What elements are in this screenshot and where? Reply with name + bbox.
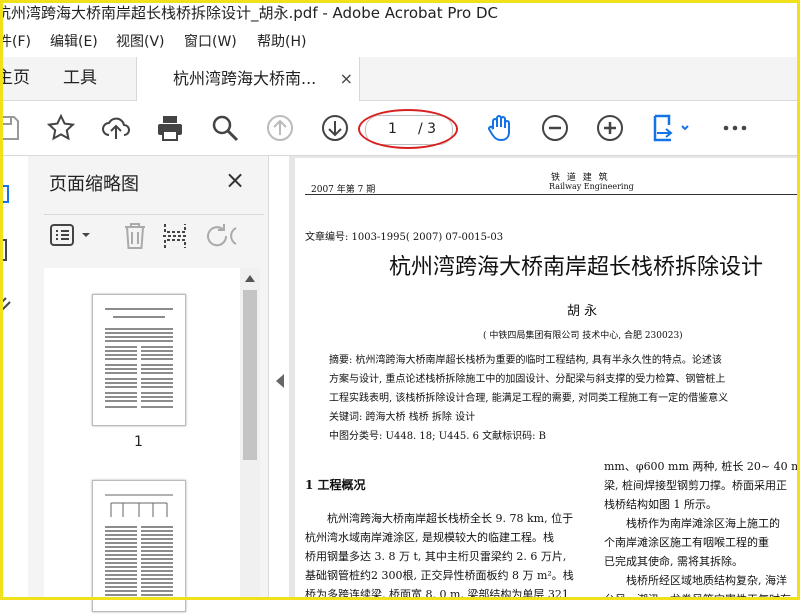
page-thumbnail-2[interactable] (92, 480, 186, 612)
page-thumbnail-1[interactable] (92, 294, 186, 426)
zoom-out-icon[interactable] (538, 111, 572, 145)
upload-icon[interactable] (99, 111, 133, 145)
article-number: 文章编号: 1003-1995( 2007) 07-0015-03 (305, 232, 504, 243)
star-icon[interactable] (44, 111, 78, 145)
abstract-line-3: 工程实践表明, 该栈桥拆除设计合理, 能满足工程的需要, 对同类工程施工有一定的… (329, 393, 729, 404)
article-title: 杭州湾跨海大桥南岸超长栈桥拆除设计 (389, 255, 764, 280)
classification: 中图分类号: U448. 18; U445. 6 文献标识码: B (329, 431, 547, 442)
title-bar: 杭州湾跨海大桥南岸超长栈桥拆除设计_胡永.pdf - Adobe Acrobat… (0, 0, 800, 27)
menu-edit[interactable]: 编辑(E) (50, 27, 98, 57)
page-1-preview (105, 308, 173, 408)
hand-icon[interactable] (483, 111, 517, 145)
window-title: 杭州湾跨海大桥南岸超长栈桥拆除设计_胡永.pdf - Adobe Acrobat… (0, 4, 498, 22)
page-up-icon[interactable] (263, 111, 297, 145)
menu-help[interactable]: 帮助(H) (257, 27, 306, 57)
collapse-panel-icon[interactable] (275, 374, 285, 388)
affiliation: ( 中铁四局集团有限公司 技术中心, 合肥 230023) (483, 331, 683, 341)
panel-toolbar (44, 214, 264, 255)
annotation-oval (358, 109, 458, 149)
attachment-icon[interactable] (0, 292, 14, 316)
page-thumbnails-icon[interactable] (0, 182, 14, 206)
more-icon[interactable] (718, 111, 752, 145)
thumbnail-panel: 页面缩略图 × 1 (28, 156, 269, 612)
fit-page-icon[interactable] (648, 111, 694, 145)
left-line-3: 桥用钢量多达 3. 8 万 t, 其中主桁贝雷梁约 2. 6 万片, (305, 550, 567, 563)
right-line-3: 栈桥结构如图 1 所示。 (604, 498, 717, 511)
panel-splitter[interactable] (269, 156, 289, 600)
page-down-icon[interactable] (318, 111, 352, 145)
thumbnail-scrollbar[interactable] (240, 268, 260, 600)
thumbnail-list: 1 (44, 268, 250, 612)
abstract-line-2: 方案与设计, 重点论述栈桥拆除施工中的加固设计、分配梁与斜支撑的受力检算、钢管桩… (329, 374, 726, 385)
document-view[interactable]: 2007 年第 7 期 铁 道 建 筑 Railway Engineering … (289, 156, 800, 600)
right-line-7: 栈桥所经区域地质结构复杂, 海洋 (626, 574, 787, 587)
keywords: 关键词: 跨海大桥 栈桥 拆除 设计 (329, 412, 476, 423)
right-line-6: 已完成其使命, 需将其拆除。 (604, 555, 743, 568)
left-line-1: 杭州湾跨海大桥南岸超长栈桥全长 9. 78 km, 位于 (327, 512, 574, 525)
thumbnail-label-1: 1 (134, 434, 143, 450)
scroll-up-icon[interactable] (245, 274, 255, 282)
delete-page-icon[interactable] (122, 222, 148, 250)
close-panel-icon[interactable]: × (225, 166, 245, 194)
menu-bar: 件(F) 编辑(E) 视图(V) 窗口(W) 帮助(H) (0, 27, 800, 57)
journal-name-en: Railway Engineering (549, 182, 634, 191)
rotate-page-icon[interactable] (204, 222, 238, 250)
section-heading: 1 工程概况 (305, 478, 366, 492)
panel-title: 页面缩略图 (49, 174, 139, 195)
menu-file[interactable]: 件(F) (0, 27, 31, 57)
menu-window[interactable]: 窗口(W) (184, 27, 237, 57)
left-line-4: 基础钢管桩约2 300根, 正交异性桥面板约 8 万 m²。栈 (305, 569, 574, 582)
left-line-5: 桥为多跨连续梁, 桥面宽 8. 0 m, 梁部结构为单层 321 (305, 588, 569, 600)
tab-tools[interactable]: 工具 (63, 57, 97, 100)
left-column: 杭州湾跨海大桥南岸超长栈桥全长 9. 78 km, 位于 杭州湾水域南岸滩涂区,… (305, 509, 595, 600)
right-line-5: 个南岸滩涂区施工有咽喉工程的重 (604, 536, 769, 549)
scrollbar-thumb[interactable] (243, 290, 257, 460)
tab-document-label: 杭州湾跨海大桥南... (173, 69, 317, 88)
close-tab-icon[interactable]: × (340, 57, 353, 100)
toolbar: 1 / 3 (0, 101, 800, 156)
menu-view[interactable]: 视图(V) (116, 27, 165, 57)
options-menu-icon[interactable] (50, 224, 96, 248)
right-line-1: mm、φ600 mm 两种, 桩长 20~ 40 m。钢 (604, 460, 800, 473)
tab-bar: 主页 工具 杭州湾跨海大桥南... × (0, 57, 800, 101)
insert-page-icon[interactable] (162, 222, 188, 250)
right-line-4: 栈桥作为南岸滩涂区海上施工的 (626, 517, 780, 530)
right-line-8: 台风、潮汛、龙卷风等灾害性天气时有 (604, 593, 791, 600)
bookmarks-icon[interactable] (0, 238, 14, 262)
pdf-page: 2007 年第 7 期 铁 道 建 筑 Railway Engineering … (295, 158, 800, 600)
tab-document[interactable]: 杭州湾跨海大桥南... × (136, 57, 360, 101)
right-line-2: 梁, 桩间焊接型钢剪刀撑。桥面采用正 (604, 479, 787, 492)
tab-home[interactable]: 主页 (0, 57, 30, 100)
left-line-2: 杭州湾水域南岸滩涂区, 是规模较大的临建工程。栈 (305, 531, 554, 544)
page-2-preview (105, 494, 173, 596)
zoom-in-icon[interactable] (593, 111, 627, 145)
navigation-rail (0, 156, 29, 600)
header-rule (305, 194, 800, 195)
right-column: mm、φ600 mm 两种, 桩长 20~ 40 m。钢 梁, 桩间焊接型钢剪刀… (604, 457, 800, 600)
save-icon[interactable] (0, 111, 24, 145)
abstract-line-1: 摘要: 杭州湾跨海大桥南岸超长栈桥为重要的临时工程结构, 具有半永久性的特点。论… (329, 355, 722, 366)
zoom-search-icon[interactable] (208, 111, 242, 145)
print-icon[interactable] (153, 111, 187, 145)
author: 胡 永 (567, 304, 598, 319)
